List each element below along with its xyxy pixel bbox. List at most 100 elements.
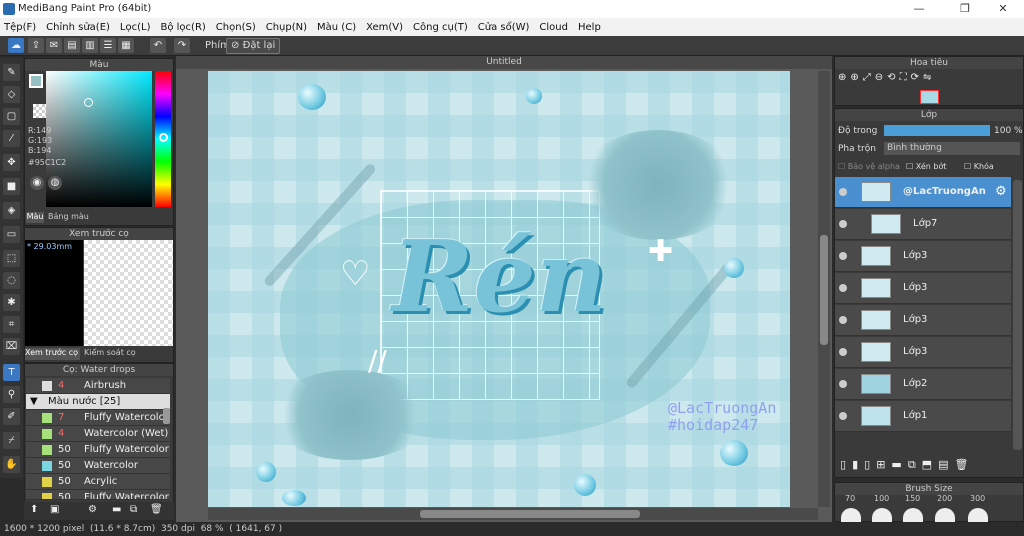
brush-size-70[interactable]: 70 [845,494,855,503]
rectangle-tool-icon[interactable]: ▢ [3,108,20,125]
eyedropper-icon[interactable]: ⌿ [3,432,20,449]
gradient-tool-icon[interactable]: ▭ [3,226,20,243]
layer-row[interactable]: Lớp3 [835,273,1011,304]
visibility-eye-icon[interactable] [839,220,847,228]
brush-item[interactable]: 50 Acrylic [26,474,170,490]
visibility-eye-icon[interactable] [839,188,847,196]
new-halftone-layer-icon[interactable]: ▮ [852,458,858,476]
select-eraser-icon[interactable]: ⌧ [3,338,20,355]
menu-help[interactable]: Help [578,22,601,33]
chat-icon[interactable]: ▤ [64,38,80,53]
redo-icon[interactable]: ↷ [174,38,190,53]
brush-delete-icon[interactable]: 🗑 [150,504,163,515]
menu-select[interactable]: Chọn(S) [216,22,256,33]
move-tool-icon[interactable]: ✥ [3,154,20,171]
brush-size-200[interactable]: 200 [937,494,952,503]
grid-icon[interactable]: ▦ [118,38,134,53]
reset-button[interactable]: ⊘ Đặt lại [226,38,281,54]
brush-item[interactable]: 50 Fluffy Watercolor [26,490,170,500]
layer-row[interactable]: Lớp3 [835,305,1011,336]
brush-size-150[interactable]: 150 [905,494,920,503]
select-pen-icon[interactable]: ⌗ [3,316,20,333]
palette-add-icon[interactable]: ◍ [48,176,62,190]
duplicate-icon[interactable]: ⧉ [908,458,916,476]
menu-window[interactable]: Cửa sổ(W) [478,22,530,33]
cloud-icon[interactable]: ☁ [8,38,24,53]
add-layer-menu-icon[interactable]: ⊞ [876,458,885,476]
brush-size-dot[interactable] [935,508,955,522]
layer-settings-gear-icon[interactable]: ⚙ [995,184,1007,199]
flip-icon[interactable]: ⇋ [923,72,931,88]
operation-tool-icon[interactable]: ⚲ [3,386,20,403]
menu-filter[interactable]: Bộ lọc(R) [160,22,205,33]
dropper-tool-icon[interactable]: ✐ [3,408,20,425]
protect-alpha-checkbox[interactable]: ☐ Bảo vệ alpha [838,162,900,171]
merge-down-icon[interactable]: ⬒ [922,458,932,476]
tab-color[interactable]: Màu [26,212,44,223]
saturation-value-picker[interactable] [46,71,152,207]
rotate-left-icon[interactable]: ⟲ [887,72,895,88]
lock-checkbox[interactable]: ☐ Khóa [964,162,994,171]
select-tool-icon[interactable]: ⬚ [3,250,20,267]
fill-rect-icon[interactable]: ■ [3,178,20,195]
tab-palette[interactable]: Bảng màu [48,212,89,221]
brush-menu-icon[interactable]: ▣ [50,504,59,515]
opacity-slider[interactable] [884,125,990,136]
fullscreen-icon[interactable]: ⛶ [900,72,907,88]
visibility-eye-icon[interactable] [839,412,847,420]
brush-list-scrollbar[interactable] [163,408,170,424]
palette-icon[interactable]: ◉ [30,176,44,190]
brush-item[interactable]: 7 Fluffy Watercolor [26,410,170,426]
blend-mode-select[interactable]: Bình thường [884,142,1020,155]
visibility-eye-icon[interactable] [839,284,847,292]
hue-cursor[interactable] [159,133,168,142]
layer-row[interactable]: Lớp3 [835,337,1011,368]
fit-icon[interactable]: ⤢ [863,72,871,88]
brush-item[interactable]: 50 Fluffy Watercolor [26,442,170,458]
brush-tool-icon[interactable]: ✎ [3,64,20,81]
menu-snap[interactable]: Chụp(N) [266,22,307,33]
brush-size-100[interactable]: 100 [874,494,889,503]
clip-checkbox[interactable]: ☐ Xén bớt [906,162,946,171]
rotate-right-icon[interactable]: ⟳ [911,72,919,88]
lasso-tool-icon[interactable]: ◌ [3,272,20,289]
bucket-tool-icon[interactable]: ◈ [3,202,20,219]
brush-size-dot[interactable] [903,508,923,522]
canvas-vertical-scroll-thumb[interactable] [820,235,828,345]
brush-size-300[interactable]: 300 [970,494,985,503]
tab-brush-preview[interactable]: Xem trước cọ [25,348,80,360]
zoom-in-icon[interactable]: ⊕ [838,72,846,88]
brush-copy-icon[interactable]: ⧉ [130,504,137,515]
foreground-color-swatch[interactable] [29,74,43,88]
visibility-eye-icon[interactable] [839,252,847,260]
undo-icon[interactable]: ↶ [150,38,166,53]
visibility-eye-icon[interactable] [839,316,847,324]
brush-settings-icon[interactable]: ⚙ [88,504,97,515]
brush-group[interactable]: ▼ Màu nước [25] [26,394,170,410]
brush-item[interactable]: 4 Watercolor (Wet) [26,426,170,442]
menu-file[interactable]: Tệp(F) [4,22,36,33]
magic-wand-icon[interactable]: ✱ [3,294,20,311]
layer-row-selected[interactable]: @LacTruongAn ⚙ [835,177,1011,208]
layer-row[interactable]: Lớp3 [835,241,1011,272]
brush-size-dot[interactable] [968,508,988,522]
visibility-eye-icon[interactable] [839,348,847,356]
menu-color[interactable]: Màu (C) [317,22,356,33]
layer-row[interactable]: Lớp2 [835,369,1011,400]
delete-layer-icon[interactable]: 🗑 [954,458,968,476]
menu-view[interactable]: Xem(V) [366,22,403,33]
list-icon[interactable]: ☰ [100,38,116,53]
menu-cloud[interactable]: Cloud [539,22,568,33]
brush-item[interactable]: 4 Airbrush [26,378,170,394]
dot-tool-icon[interactable]: ⁄ [3,130,20,147]
brush-size-dot[interactable] [872,508,892,522]
layer-row[interactable]: Lớp1 [835,401,1011,432]
document-icon[interactable]: ▥ [82,38,98,53]
background-color-swatch[interactable] [33,104,47,118]
brush-size-dot[interactable] [841,508,861,522]
visibility-eye-icon[interactable] [839,380,847,388]
folder-icon[interactable]: ▬ [891,458,901,476]
layer-list-scrollbar[interactable] [1013,180,1022,450]
layer-row[interactable]: Lớp7 [835,209,1011,240]
new-8bit-layer-icon[interactable]: ▯ [864,458,870,476]
